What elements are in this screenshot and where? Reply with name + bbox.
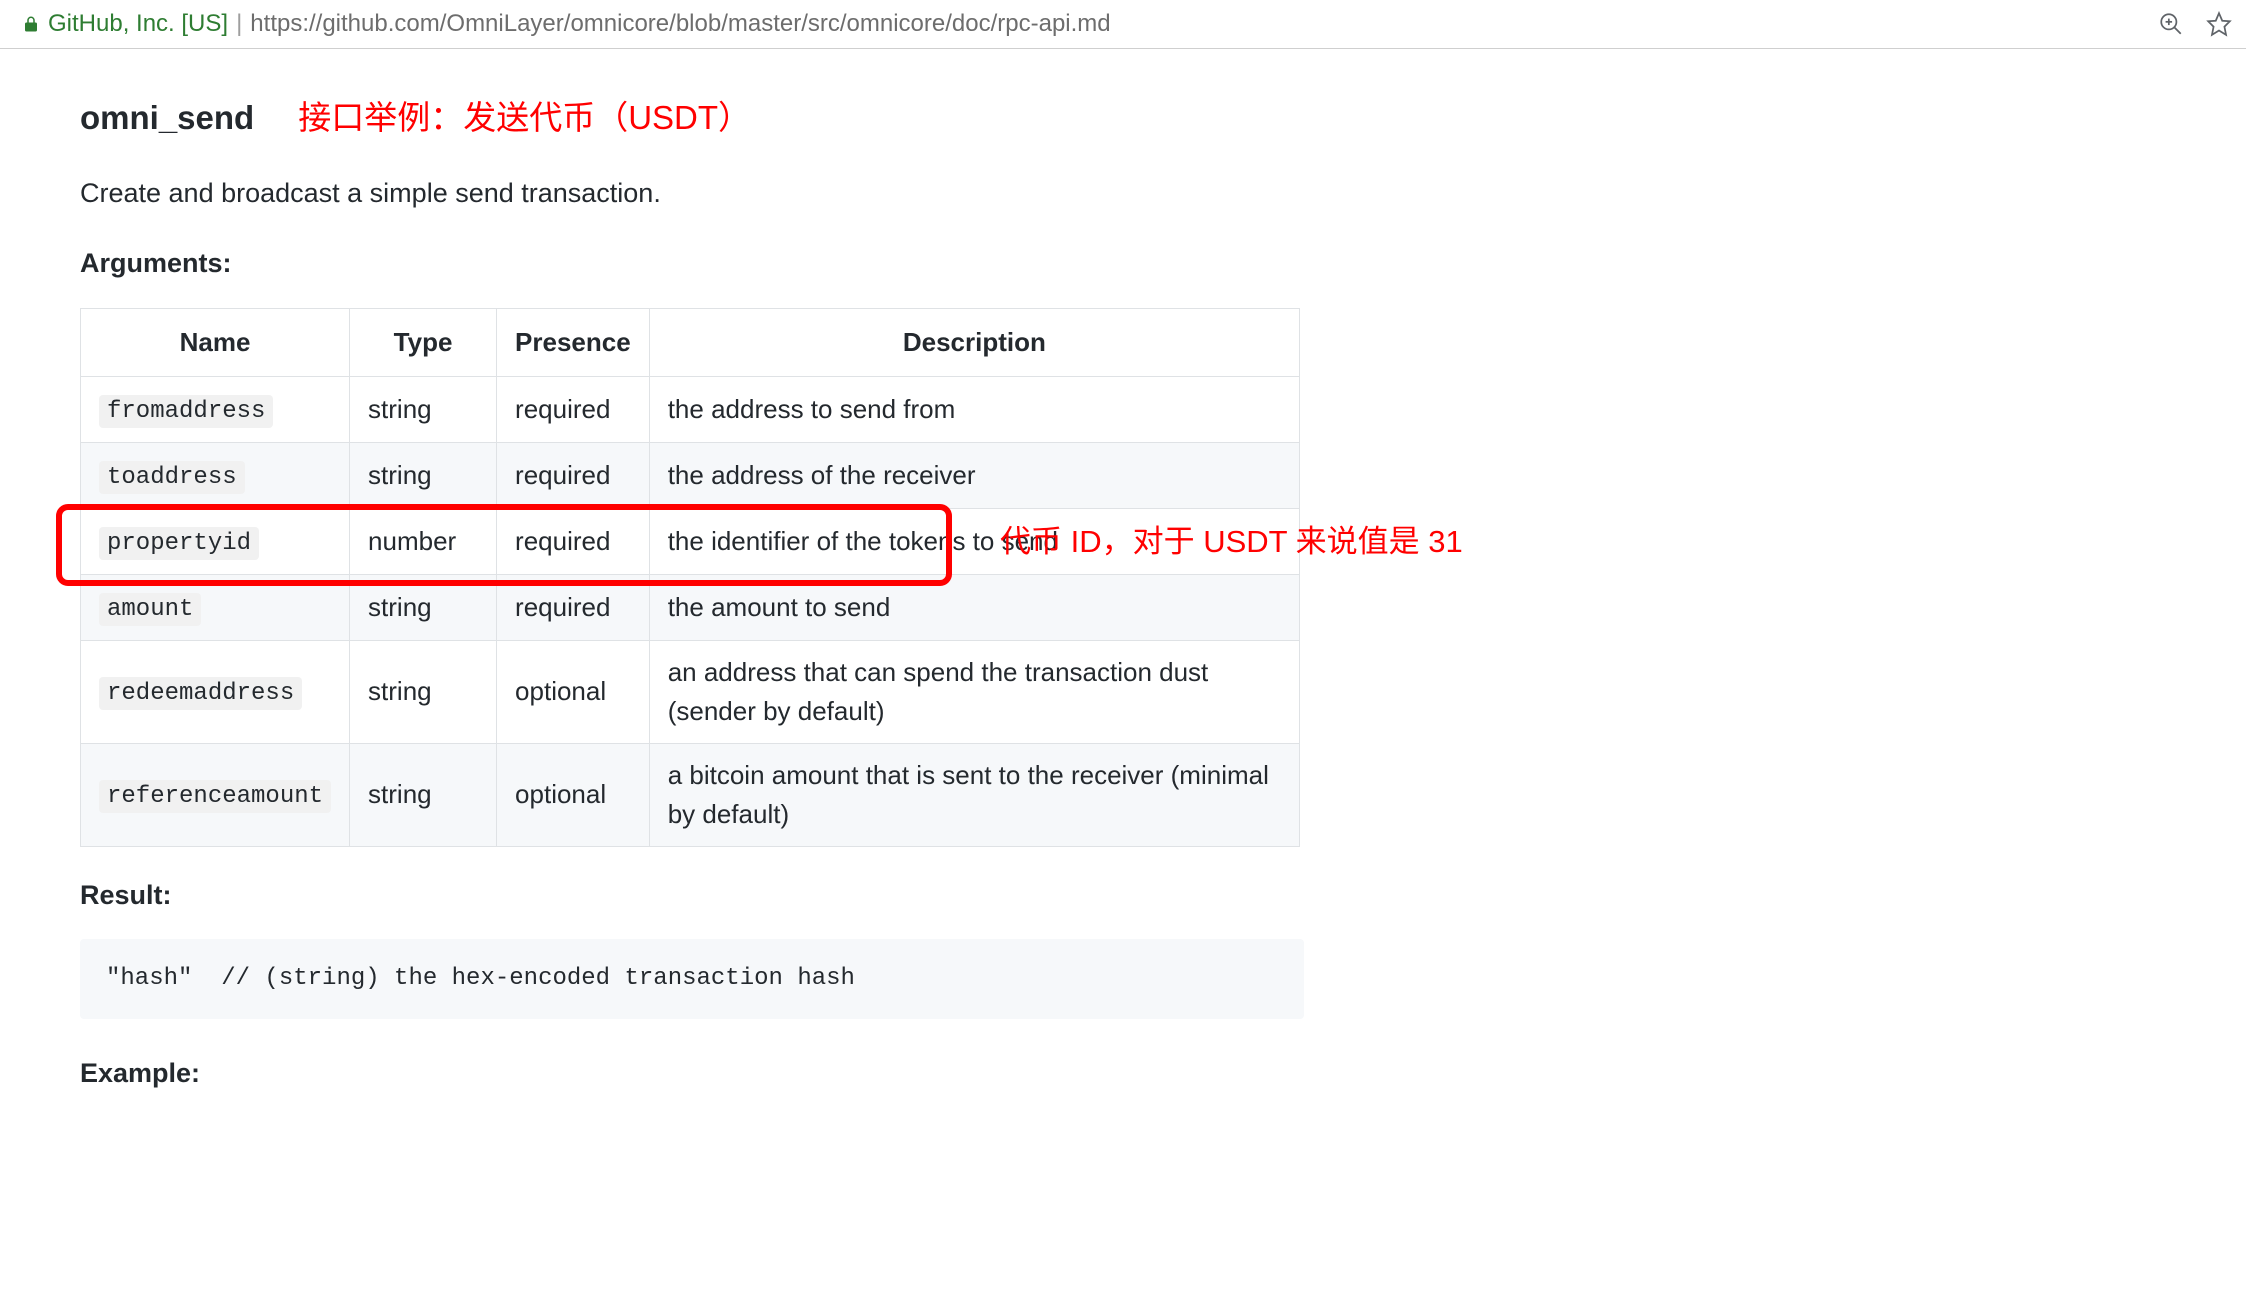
address-separator: | bbox=[236, 10, 242, 38]
table-row: redeemaddress stringoptionalan address th… bbox=[81, 640, 1300, 743]
arg-type-cell: string bbox=[350, 376, 497, 442]
arg-name-code: redeemaddress bbox=[99, 677, 302, 710]
arg-type-cell: string bbox=[350, 442, 497, 508]
table-row: referenceamount stringoptionala bitcoin a… bbox=[81, 743, 1300, 846]
arguments-table-wrap: Name Type Presence Description fromaddre… bbox=[80, 308, 1300, 847]
api-method-heading: omni_send bbox=[80, 93, 254, 143]
ssl-company-label: GitHub, Inc. [US] bbox=[48, 10, 228, 38]
table-row: fromaddress stringrequiredthe address to … bbox=[81, 376, 1300, 442]
col-type: Type bbox=[350, 308, 497, 376]
arg-presence-cell: required bbox=[497, 376, 650, 442]
arg-name-cell: redeemaddress bbox=[81, 640, 350, 743]
col-name: Name bbox=[81, 308, 350, 376]
zoom-icon[interactable] bbox=[2158, 11, 2184, 37]
result-code-block: "hash" // (string) the hex-encoded trans… bbox=[80, 939, 1304, 1019]
table-row: toaddress stringrequiredthe address of th… bbox=[81, 442, 1300, 508]
arg-type-cell: string bbox=[350, 743, 497, 846]
bookmark-star-icon[interactable] bbox=[2206, 11, 2232, 37]
arg-description-cell: the address of the receiver bbox=[649, 442, 1299, 508]
col-presence: Presence bbox=[497, 308, 650, 376]
arg-description-cell: the amount to send bbox=[649, 574, 1299, 640]
arg-name-code: amount bbox=[99, 593, 201, 626]
arg-name-code: fromaddress bbox=[99, 395, 273, 428]
lock-icon bbox=[22, 13, 40, 35]
arg-presence-cell: required bbox=[497, 574, 650, 640]
arg-presence-cell: optional bbox=[497, 640, 650, 743]
arg-name-cell: amount bbox=[81, 574, 350, 640]
arg-description-cell: an address that can spend the transactio… bbox=[649, 640, 1299, 743]
arg-presence-cell: optional bbox=[497, 743, 650, 846]
arguments-label: Arguments: bbox=[80, 243, 2186, 284]
arg-name-cell: fromaddress bbox=[81, 376, 350, 442]
arguments-table: Name Type Presence Description fromaddre… bbox=[80, 308, 1300, 847]
arg-type-cell: number bbox=[350, 508, 497, 574]
example-label: Example: bbox=[80, 1053, 2186, 1094]
col-description: Description bbox=[649, 308, 1299, 376]
arg-description-cell: the address to send from bbox=[649, 376, 1299, 442]
arg-type-cell: string bbox=[350, 574, 497, 640]
arg-description-cell: a bitcoin amount that is sent to the rec… bbox=[649, 743, 1299, 846]
result-label: Result: bbox=[80, 875, 2186, 916]
arg-presence-cell: required bbox=[497, 508, 650, 574]
arg-name-code: referenceamount bbox=[99, 780, 331, 813]
arg-name-cell: referenceamount bbox=[81, 743, 350, 846]
table-row: amount stringrequiredthe amount to send bbox=[81, 574, 1300, 640]
arg-name-cell: propertyid bbox=[81, 508, 350, 574]
arg-type-cell: string bbox=[350, 640, 497, 743]
arg-presence-cell: required bbox=[497, 442, 650, 508]
arg-name-code: propertyid bbox=[99, 527, 259, 560]
arg-name-code: toaddress bbox=[99, 461, 245, 494]
page-url: https://github.com/OmniLayer/omnicore/bl… bbox=[250, 10, 1110, 38]
heading-annotation: 接口举例：发送代币（USDT） bbox=[298, 93, 751, 143]
table-header-row: Name Type Presence Description bbox=[81, 308, 1300, 376]
highlight-annotation: 代币 ID，对于 USDT 来说值是 31 bbox=[1000, 519, 1463, 566]
browser-address-bar[interactable]: GitHub, Inc. [US] | https://github.com/O… bbox=[0, 0, 2246, 49]
arg-name-cell: toaddress bbox=[81, 442, 350, 508]
document-body: omni_send 接口举例：发送代币（USDT） Create and bro… bbox=[0, 49, 2246, 1158]
api-description: Create and broadcast a simple send trans… bbox=[80, 173, 2186, 214]
